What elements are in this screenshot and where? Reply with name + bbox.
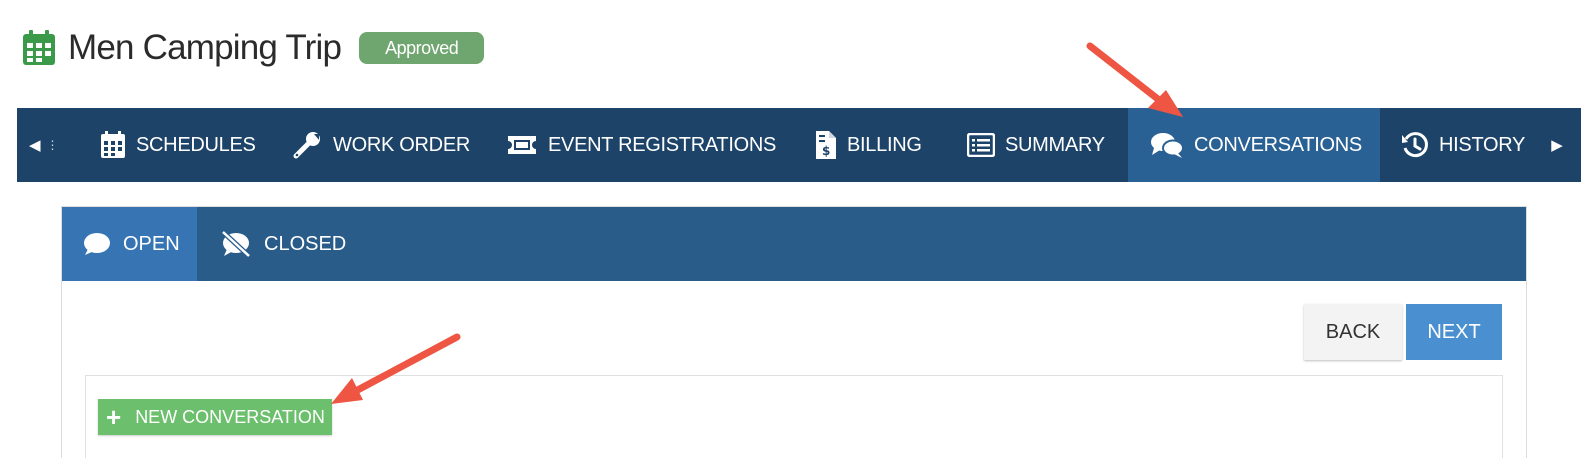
tab-label: WORK ORDER xyxy=(333,133,471,156)
invoice-icon: $ xyxy=(816,131,836,159)
next-button[interactable]: NEXT xyxy=(1406,304,1502,360)
tab-history[interactable]: HISTORY xyxy=(1401,108,1525,182)
history-icon xyxy=(1402,132,1428,158)
scroll-right-button[interactable]: ▶ xyxy=(1547,108,1567,182)
wrench-icon xyxy=(293,132,320,159)
list-icon xyxy=(967,133,995,157)
tab-work-order[interactable]: WORK ORDER xyxy=(293,108,470,182)
comments-icon xyxy=(1151,133,1184,158)
tab-label: CLOSED xyxy=(264,232,347,255)
new-conversation-label: NEW CONVERSATION xyxy=(135,406,325,427)
scroll-left-button[interactable]: ◀ ⋮ xyxy=(29,108,69,182)
main-tab-bar: ◀ ⋮ SCHEDULES WORK ORDER EVENT REGISTRAT… xyxy=(17,108,1581,182)
new-conversation-button[interactable]: + NEW CONVERSATION xyxy=(98,399,332,435)
tab-label: CONVERSATIONS xyxy=(1194,133,1362,156)
tab-event-registrations[interactable]: EVENT REGISTRATIONS xyxy=(506,108,776,182)
page-header: Men Camping Trip Approved xyxy=(22,26,485,70)
arrow-to-conversations-tab xyxy=(1086,42,1183,117)
tab-closed[interactable]: CLOSED xyxy=(220,207,346,281)
tab-label: EVENT REGISTRATIONS xyxy=(548,133,777,156)
tab-open[interactable]: OPEN xyxy=(62,207,197,281)
caret-left-icon: ◀ xyxy=(29,137,41,154)
tab-overflow-icon: ⋮ xyxy=(46,138,59,152)
status-badge: Approved xyxy=(359,32,485,64)
tab-label: BILLING xyxy=(847,133,922,156)
plus-icon: + xyxy=(106,402,122,432)
tab-label: OPEN xyxy=(123,232,180,255)
tab-conversations[interactable]: CONVERSATIONS xyxy=(1128,108,1380,182)
ticket-icon xyxy=(508,136,536,154)
tab-summary[interactable]: SUMMARY xyxy=(967,108,1105,182)
page-title: Men Camping Trip xyxy=(68,28,342,67)
comment-slash-icon xyxy=(221,230,251,258)
comment-icon xyxy=(84,233,110,255)
tab-label: SUMMARY xyxy=(1005,133,1105,156)
svg-text:$: $ xyxy=(822,144,830,158)
tab-schedules[interactable]: SCHEDULES xyxy=(100,108,256,182)
caret-right-icon: ▶ xyxy=(1551,137,1563,154)
calendar-icon xyxy=(101,131,125,158)
tab-label: SCHEDULES xyxy=(136,133,256,156)
conversation-status-tabs: OPEN CLOSED xyxy=(62,207,1526,281)
conversations-panel: OPEN CLOSED BACK NEXT + NEW CONVERSATION xyxy=(61,206,1527,458)
tab-label: HISTORY xyxy=(1439,133,1526,156)
calendar-icon xyxy=(23,30,55,65)
conversation-list-container: + NEW CONVERSATION xyxy=(85,375,1503,458)
tab-billing[interactable]: $ BILLING xyxy=(815,108,922,182)
back-button[interactable]: BACK xyxy=(1304,304,1402,360)
